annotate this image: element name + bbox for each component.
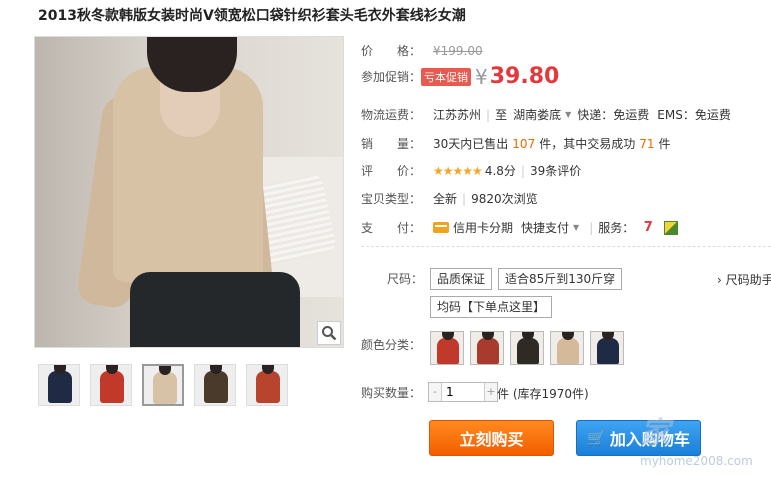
thumbnail-4[interactable] <box>194 364 236 406</box>
size-option-quality[interactable]: 品质保证 <box>430 268 493 290</box>
sales-label: 销 量： <box>361 137 422 151</box>
buy-now-label: 立刻购买 <box>459 430 524 449</box>
item-type-row: 宝贝类型： 全新 | 9820次浏览 <box>361 190 538 207</box>
rating-label: 评 价： <box>361 164 422 178</box>
add-to-cart-button[interactable]: 🛒 加入购物车 <box>576 420 701 456</box>
shipping-row: 物流运费： 江苏苏州 | 至 湖南娄底 ▼ 快递：免运费 EMS：免运费 <box>361 106 731 123</box>
sales-row: 销 量： 30天内已售出 107 件，其中交易成功 71 件 <box>361 135 671 152</box>
express-fee: 快递：免运费 <box>577 108 650 122</box>
payment-row: 支 付： 信用卡分期 快捷支付 ▼ | 服务： 7 <box>361 219 679 236</box>
color-swatch-4[interactable] <box>550 331 584 365</box>
credit-card-icon <box>433 222 450 233</box>
ems-fee: EMS：免运费 <box>657 108 731 122</box>
item-condition: 全新 <box>433 192 458 206</box>
size-option-onesize[interactable]: 均码【下单点这里】 <box>430 296 553 318</box>
color-swatch-5[interactable] <box>590 331 624 365</box>
section-divider <box>361 246 771 247</box>
main-product-image[interactable] <box>34 36 344 348</box>
increment-button[interactable]: + <box>485 383 497 401</box>
thumb-color <box>153 372 177 404</box>
quantity-label: 购买数量： <box>361 386 422 400</box>
chevron-down-icon[interactable]: ▼ <box>573 223 579 232</box>
zoom-icon[interactable] <box>317 321 341 345</box>
product-title: 2013秋冬款韩版女装时尚V领宽松口袋针织衫套头毛衣外套线衫女潮 <box>38 8 466 24</box>
color-swatch-1[interactable] <box>430 331 464 365</box>
separator: | <box>589 220 594 235</box>
rating-row: 评 价： ★★★★★ 4.8分 | 39条评价 <box>361 162 581 179</box>
promo-row: 参加促销： 亏本促销 ¥ 39.80 <box>361 64 559 89</box>
watermark-url: myhome2008.com <box>640 454 753 468</box>
color-swatch-3[interactable] <box>510 331 544 365</box>
chevron-down-icon[interactable]: ▼ <box>565 110 571 119</box>
ship-to-prefix: 至 <box>495 108 508 122</box>
swatch-color <box>557 338 579 364</box>
color-label: 颜色分类： <box>361 338 422 352</box>
payment-label: 支 付： <box>361 221 422 235</box>
thumbnail-1[interactable] <box>38 364 80 406</box>
size-helper-link[interactable]: › 尺码助手 <box>717 271 771 288</box>
color-swatch-2[interactable] <box>470 331 504 365</box>
thumbnail-strip <box>38 364 288 406</box>
star-rating-icon: ★★★★★ <box>433 163 483 178</box>
promo-label: 参加促销： <box>361 70 422 84</box>
thumb-color <box>48 371 72 403</box>
separator: | <box>520 163 525 178</box>
credit-installment[interactable]: 信用卡分期 <box>453 219 513 236</box>
size-label: 尺码： <box>387 272 424 286</box>
sales-middle: 件，其中交易成功 <box>539 137 636 151</box>
service-badge-icon[interactable] <box>664 220 679 235</box>
price-label: 价 格： <box>361 44 422 58</box>
ship-to-select[interactable]: 湖南娄底 <box>513 106 561 123</box>
quick-pay[interactable]: 快捷支付 <box>521 219 569 236</box>
swatch-color <box>477 338 499 364</box>
decrement-button[interactable]: - <box>429 383 441 401</box>
currency-symbol: ¥ <box>475 64 488 89</box>
stock-info: 件 (库存1970件) <box>497 387 589 401</box>
ship-from: 江苏苏州 <box>433 108 482 122</box>
image-pants <box>130 272 300 347</box>
view-count: 9820次浏览 <box>471 192 538 206</box>
thumbnail-5[interactable] <box>246 364 288 406</box>
quantity-stepper: - + <box>428 382 498 402</box>
swatch-color <box>437 338 459 364</box>
quantity-input[interactable] <box>441 383 485 401</box>
size-option-fit[interactable]: 适合85斤到130斤穿 <box>498 268 623 290</box>
success-count: 71 <box>639 136 655 151</box>
item-type-label: 宝贝类型： <box>361 192 422 206</box>
thumb-color <box>256 371 280 403</box>
promo-tag: 亏本促销 <box>421 67 472 86</box>
sold-count: 107 <box>512 136 536 151</box>
promo-price: 39.80 <box>489 64 560 89</box>
review-count-link[interactable]: 39条评价 <box>530 162 581 179</box>
original-price: ¥199.00 <box>433 43 483 58</box>
thumb-color <box>204 371 228 403</box>
thumb-color <box>100 371 124 403</box>
thumbnail-3[interactable] <box>142 364 184 406</box>
thumbnail-2[interactable] <box>90 364 132 406</box>
swatch-color <box>597 338 619 364</box>
separator: | <box>486 107 491 122</box>
separator: | <box>462 191 467 206</box>
swatch-color <box>517 338 539 364</box>
sales-suffix: 件 <box>658 137 671 151</box>
price-row: 价 格： ¥199.00 <box>361 42 483 59</box>
cart-icon: 🛒 <box>587 429 606 447</box>
watermark-logo: 家 <box>640 416 670 451</box>
service-label: 服务： <box>598 221 635 235</box>
seven-day-return-icon[interactable]: 7 <box>640 220 656 236</box>
buy-now-button[interactable]: 立刻购买 <box>429 420 554 456</box>
sales-prefix: 30天内已售出 <box>433 137 509 151</box>
rating-score: 4.8分 <box>484 164 516 178</box>
shipping-label: 物流运费： <box>361 108 422 122</box>
